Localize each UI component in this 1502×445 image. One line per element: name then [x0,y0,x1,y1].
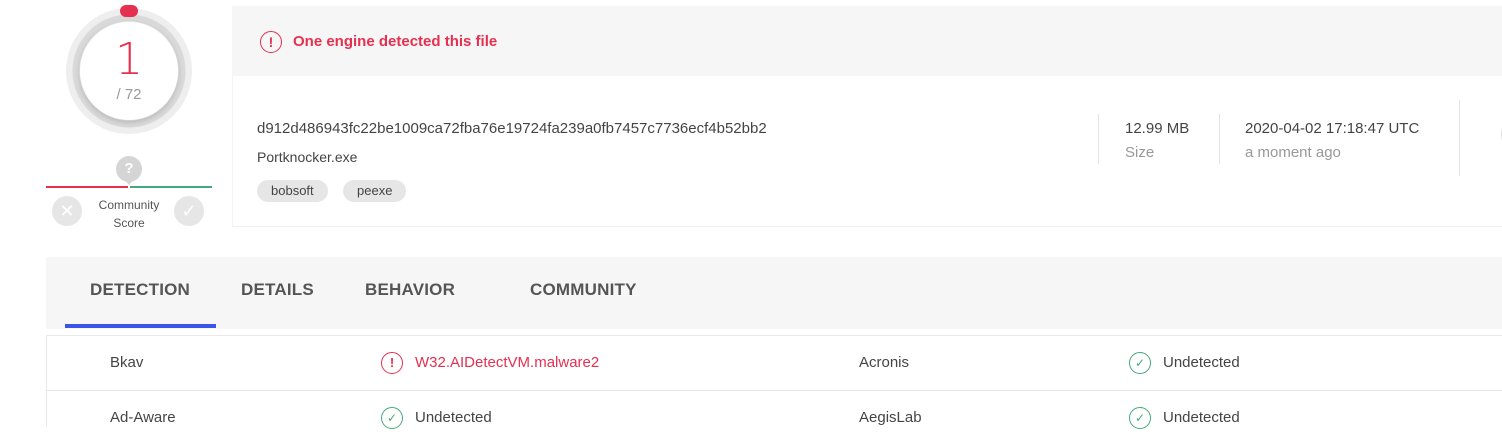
community-label-line2: Score [113,216,145,230]
file-size-value: 12.99 MB [1125,120,1190,137]
tab-detection[interactable]: DETECTION [90,257,190,329]
engine-name: AegisLab [859,409,922,426]
detection-results-table: Bkav ! W32.AIDetectVM.malware2 Acronis ✓… [46,335,1502,429]
alert-circle-icon: ! [260,31,282,53]
table-row: Bkav ! W32.AIDetectVM.malware2 Acronis ✓… [47,336,1502,391]
detection-result: Undetected [1163,409,1240,426]
engine-name: Acronis [859,354,910,371]
divider [1459,100,1460,176]
table-row: Ad-Aware ✓ Undetected AegisLab ✓ Undetec… [47,391,1502,445]
divider [1098,114,1099,164]
analysis-date-relative: a moment ago [1245,144,1341,161]
divider [1219,114,1220,164]
detection-score-gauge: 1 / 72 [66,5,192,134]
engine-total: / 72 [116,86,142,103]
file-hash[interactable]: d912d486943fc22be1009ca72fba76e19724fa23… [257,120,767,137]
community-bar-negative [46,186,128,188]
vote-harmless-button[interactable]: ✓ [174,196,204,226]
engine-name: Bkav [110,354,144,371]
check-circle-icon: ✓ [1129,352,1151,374]
detection-result: Undetected [1163,354,1240,371]
report-tabs: DETECTION DETAILS BEHAVIOR COMMUNITY [46,257,1502,329]
file-info-panel: d912d486943fc22be1009ca72fba76e19724fa23… [232,76,1502,227]
detection-result: W32.AIDetectVM.malware2 [415,354,600,371]
tab-details[interactable]: DETAILS [241,257,314,329]
tab-behavior[interactable]: BEHAVIOR [365,257,455,329]
community-score: ? ✕ Community Score ✓ [46,156,212,232]
check-circle-icon: ✓ [1129,407,1151,429]
file-tag[interactable]: peexe [343,180,407,202]
question-icon: ? [116,156,142,185]
engine-name: Ad-Aware [110,409,176,426]
alert-text: One engine detected this file [293,33,498,50]
detection-alert-bar: ! One engine detected this file [232,6,1502,76]
file-tag[interactable]: bobsoft [257,180,328,202]
vote-harmful-button[interactable]: ✕ [52,196,82,226]
community-score-bar [46,186,212,188]
detection-result: Undetected [415,409,492,426]
exclamation-circle-icon: ! [381,352,403,374]
community-label-line1: Community [98,198,160,212]
check-circle-icon: ✓ [381,407,403,429]
gauge-marker [120,5,138,17]
community-bar-positive [130,186,212,188]
active-tab-indicator [65,324,216,328]
analysis-date-value: 2020-04-02 17:18:47 UTC [1245,120,1420,137]
file-size-label: Size [1125,144,1155,161]
file-name: Portknocker.exe [257,149,358,165]
detection-count: 1 [115,34,143,85]
gauge-center: 1 / 72 [80,22,178,120]
tab-community[interactable]: COMMUNITY [530,257,637,329]
community-score-label: Community Score [90,196,168,232]
